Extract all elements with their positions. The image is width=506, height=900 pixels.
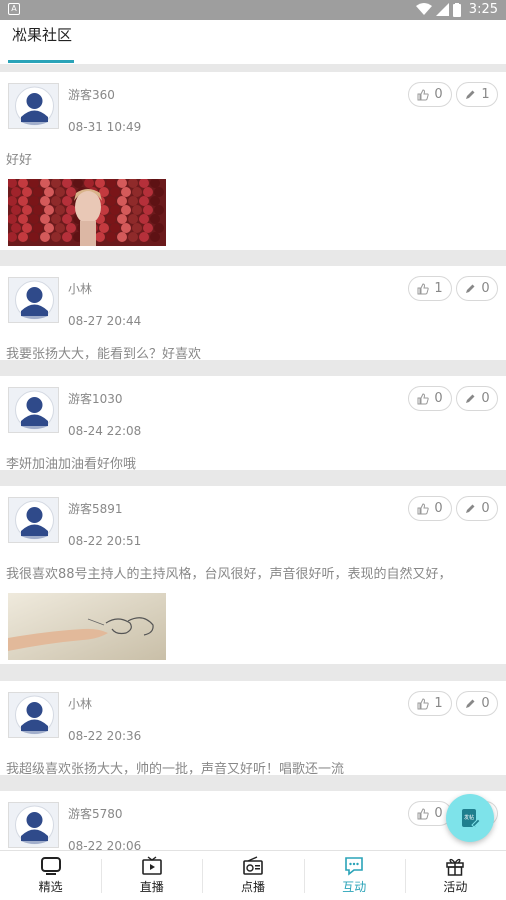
comment-button[interactable]: 0 <box>456 386 498 411</box>
like-count: 0 <box>434 391 443 406</box>
comment-button[interactable]: 0 <box>456 276 498 301</box>
nav-item-featured[interactable]: 精选 <box>0 851 101 900</box>
like-count: 1 <box>434 696 443 711</box>
nav-item-vod[interactable]: 点播 <box>202 851 303 900</box>
avatar[interactable] <box>8 802 59 848</box>
post-card[interactable]: 游客5780 08-22 20:06 0 <box>0 791 506 853</box>
like-icon <box>417 88 430 100</box>
edit-comment-icon <box>466 504 475 513</box>
status-icons: 3:25 <box>415 2 498 17</box>
tv-icon <box>40 857 61 875</box>
post-content: 我要张扬大大，能看到么？好喜欢 <box>6 347 202 362</box>
nav-item-live[interactable]: 直播 <box>101 851 202 900</box>
comment-count: 0 <box>481 501 490 516</box>
post-card[interactable]: 小林 08-22 20:36 1 0 我超级喜欢张扬大大，帅的一批，声音又好听！唱歌还一… <box>0 681 506 777</box>
post-image[interactable] <box>8 593 166 660</box>
avatar[interactable] <box>8 692 59 738</box>
comment-button[interactable]: 1 <box>456 82 498 107</box>
like-count: 0 <box>434 87 443 102</box>
comment-count: 0 <box>481 281 490 296</box>
post-username: 游客5891 <box>68 502 123 516</box>
post-content: 李妍加油加油看好你哦 <box>6 457 137 472</box>
wifi-icon <box>415 3 432 15</box>
post-image[interactable] <box>8 179 166 246</box>
new-post-label: 发帖 <box>464 814 474 821</box>
post-card[interactable]: 小林 08-27 20:44 1 0 我要张扬大大，能看到么？好喜欢 <box>0 266 506 362</box>
comment-count: 1 <box>481 87 490 102</box>
post-username: 小林 <box>68 282 93 296</box>
nav-label-events: 活动 <box>443 880 468 894</box>
battery-icon <box>452 2 461 17</box>
chat-icon <box>345 857 364 876</box>
nav-item-interact[interactable]: 互动 <box>303 851 405 900</box>
like-button[interactable]: 0 <box>408 496 452 521</box>
comment-button[interactable]: 0 <box>456 496 498 521</box>
avatar[interactable] <box>8 277 59 323</box>
post-content: 我很喜欢88号主持人的主持风格，台风很好，声音很好听，表现的自然又好， <box>6 567 452 582</box>
avatar[interactable] <box>8 497 59 543</box>
avatar[interactable] <box>8 387 59 433</box>
clock: 3:25 <box>468 2 498 17</box>
like-icon <box>417 392 430 404</box>
like-count: 0 <box>434 806 443 821</box>
post-card[interactable]: 游客1030 08-24 22:08 0 0 李妍加油加油看好你哦 <box>0 376 506 472</box>
like-button[interactable]: 0 <box>408 82 452 107</box>
post-username: 游客1030 <box>68 392 123 406</box>
gift-icon <box>446 858 465 876</box>
like-icon <box>417 502 430 514</box>
like-button[interactable]: 1 <box>408 276 452 301</box>
live-play-icon <box>141 856 162 875</box>
post-time: 08-24 22:08 <box>68 424 142 438</box>
like-icon <box>417 697 430 709</box>
bottom-nav: 精选 直播 点播 互动 活动 <box>0 850 506 900</box>
edit-comment-icon <box>466 284 475 293</box>
like-button[interactable]: 0 <box>408 386 452 411</box>
new-post-button[interactable]: 发帖 <box>446 794 494 842</box>
nav-item-events[interactable]: 活动 <box>404 851 506 900</box>
signal-icon <box>435 3 449 16</box>
active-tab-indicator <box>8 60 74 63</box>
tab-community[interactable]: 凇果社区 <box>12 24 72 45</box>
edit-comment-icon <box>466 699 475 708</box>
edit-comment-icon <box>466 90 475 99</box>
post-time: 08-22 20:51 <box>68 534 142 548</box>
post-time: 08-22 20:36 <box>68 729 142 743</box>
like-icon <box>417 282 430 294</box>
post-content: 好好 <box>6 153 33 168</box>
like-count: 0 <box>434 501 443 516</box>
post-edit-icon: 发帖 <box>462 809 481 828</box>
like-count: 1 <box>434 281 443 296</box>
post-username: 游客5780 <box>68 807 123 821</box>
notification-icon: A <box>8 3 20 15</box>
comment-count: 0 <box>481 391 490 406</box>
post-content: 我超级喜欢张扬大大，帅的一批，声音又好听！唱歌还一流 <box>6 762 345 777</box>
nav-label-live: 直播 <box>139 880 164 894</box>
radio-icon <box>243 856 263 875</box>
comment-count: 0 <box>481 696 490 711</box>
nav-label-featured: 精选 <box>38 880 63 894</box>
edit-comment-icon <box>466 394 475 403</box>
avatar[interactable] <box>8 83 59 129</box>
status-bar: A 3:25 <box>0 0 506 20</box>
nav-label-interact: 互动 <box>342 880 367 894</box>
post-card[interactable]: 游客360 08-31 10:49 0 1 好好 <box>0 72 506 250</box>
post-username: 小林 <box>68 697 93 711</box>
like-icon <box>417 807 430 819</box>
post-time: 08-31 10:49 <box>68 120 142 134</box>
like-button[interactable]: 1 <box>408 691 452 716</box>
nav-label-vod: 点播 <box>241 880 266 894</box>
post-card[interactable]: 游客5891 08-22 20:51 0 0 我很喜欢88号主持人的主持风格，台风很好，… <box>0 486 506 664</box>
header: 凇果社区 <box>0 20 506 64</box>
post-time: 08-27 20:44 <box>68 314 142 328</box>
comment-button[interactable]: 0 <box>456 691 498 716</box>
post-username: 游客360 <box>68 88 115 102</box>
